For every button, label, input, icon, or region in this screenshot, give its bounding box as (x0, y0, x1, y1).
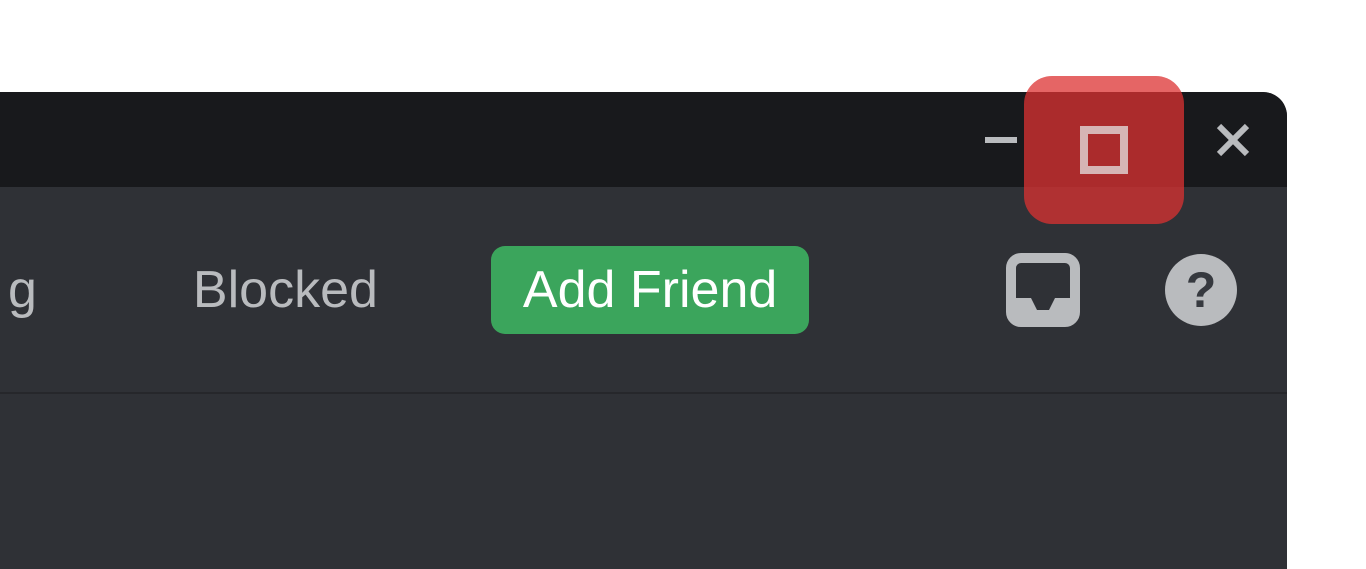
help-button[interactable]: ? (1165, 254, 1237, 326)
close-button[interactable] (1203, 110, 1263, 170)
inbox-button[interactable] (1003, 250, 1083, 330)
tab-blocked[interactable]: Blocked (165, 248, 406, 332)
minimize-button[interactable] (971, 110, 1031, 170)
tab-partial[interactable]: g (0, 248, 65, 332)
minimize-icon (977, 116, 1025, 164)
maximize-icon (1076, 122, 1132, 178)
close-icon (1209, 116, 1257, 164)
inbox-icon (1003, 250, 1083, 330)
highlight-annotation (1024, 76, 1184, 224)
help-icon: ? (1186, 261, 1217, 319)
add-friend-button[interactable]: Add Friend (491, 246, 809, 334)
toolbar-right: ? (1003, 250, 1237, 330)
